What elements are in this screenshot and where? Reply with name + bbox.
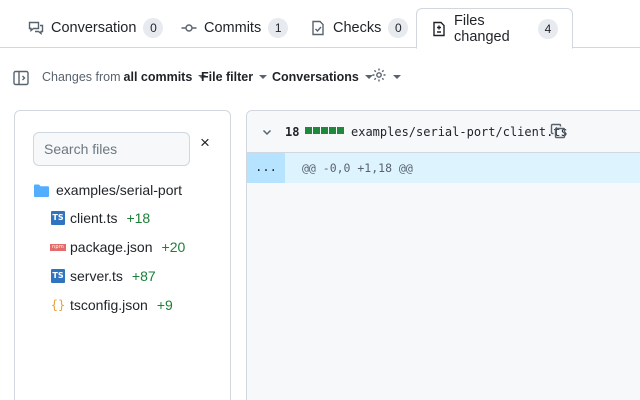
hunk-header-text: @@ -0,0 +1,18 @@: [302, 161, 413, 175]
diffstat-block: [329, 127, 336, 134]
sidebar-expand-icon[interactable]: [12, 69, 30, 87]
file-additions: +87: [131, 268, 156, 284]
file-additions: +20: [161, 239, 186, 255]
typescript-icon: TS: [50, 210, 66, 226]
hunk-header-row: ... @@ -0,0 +1,18 @@: [247, 153, 640, 183]
tab-label: Checks: [333, 20, 382, 36]
diffstat-block: [321, 127, 328, 134]
comment-discussion-icon: [28, 20, 44, 36]
diff-panel: 18 examples/serial-port/client.ts ... @@…: [246, 110, 640, 400]
npm-icon: npm: [50, 243, 66, 251]
file-filter-dropdown[interactable]: File filter: [201, 70, 268, 84]
tab-label: Conversation: [51, 20, 137, 36]
file-additions: +18: [126, 210, 151, 226]
tree-file-item[interactable]: TS server.ts +87: [50, 268, 156, 284]
folder-name: examples/serial-port: [56, 182, 183, 198]
checklist-icon: [310, 20, 326, 36]
close-icon[interactable]: ×: [197, 134, 213, 151]
settings-dropdown[interactable]: [371, 67, 401, 86]
diffstat-blocks: [305, 127, 344, 134]
chevron-down-icon: [393, 74, 401, 79]
chevron-down-icon[interactable]: [261, 126, 273, 138]
tree-file-item[interactable]: TS client.ts +18: [50, 210, 150, 226]
file-diff-icon: [431, 21, 447, 37]
file-name: package.json: [70, 239, 153, 255]
diffstat-block: [337, 127, 344, 134]
tab-conversation[interactable]: Conversation 0: [14, 8, 177, 48]
folder-icon: [34, 184, 49, 197]
tree-file-item[interactable]: npm package.json +20: [50, 239, 185, 255]
diffstat-block: [305, 127, 312, 134]
copy-icon[interactable]: [550, 123, 566, 139]
gear-icon: [371, 67, 387, 86]
file-name: server.ts: [70, 268, 123, 284]
diff-file-header: 18 examples/serial-port/client.ts: [247, 111, 640, 153]
conversations-dropdown[interactable]: Conversations: [272, 70, 373, 84]
tab-label: Commits: [204, 20, 262, 36]
tab-files-changed[interactable]: Files changed 4: [416, 8, 573, 49]
json-icon: {}: [50, 298, 66, 312]
tab-checks[interactable]: Checks 0: [296, 8, 422, 48]
changes-prefix: Changes from: [42, 70, 121, 84]
conversations-label: Conversations: [272, 70, 359, 84]
tree-folder[interactable]: examples/serial-port: [33, 182, 182, 198]
diffstat-block: [313, 127, 320, 134]
search-files-input[interactable]: [33, 132, 190, 166]
tab-counter: 4: [538, 18, 558, 39]
pr-tab-bar: Conversation 0 Commits 1 Checks 0 Files …: [0, 0, 640, 49]
diff-toolbar: Changes from all commits File filter Con…: [0, 62, 640, 94]
file-tree-panel: × examples/serial-port TS client.ts +18 …: [14, 110, 231, 400]
tab-counter: 1: [268, 18, 289, 38]
diff-file-path[interactable]: examples/serial-port/client.ts: [351, 125, 568, 139]
git-commit-icon: [181, 20, 197, 36]
file-name: tsconfig.json: [70, 297, 148, 313]
expand-hunk-button[interactable]: ...: [247, 153, 285, 183]
diff-line-count: 18: [285, 125, 300, 139]
tab-counter: 0: [143, 18, 164, 38]
tree-file-item[interactable]: {} tsconfig.json +9: [50, 297, 173, 313]
tab-label: Files changed: [454, 12, 510, 45]
changes-value: all commits: [123, 70, 193, 84]
changes-from-dropdown[interactable]: Changes from all commits: [42, 70, 207, 84]
file-additions: +9: [156, 297, 173, 313]
tab-commits[interactable]: Commits 1: [167, 8, 302, 48]
file-filter-label: File filter: [201, 70, 254, 84]
file-name: client.ts: [70, 210, 118, 226]
tab-counter: 0: [388, 18, 409, 38]
typescript-icon: TS: [50, 268, 66, 284]
chevron-down-icon: [259, 75, 268, 79]
